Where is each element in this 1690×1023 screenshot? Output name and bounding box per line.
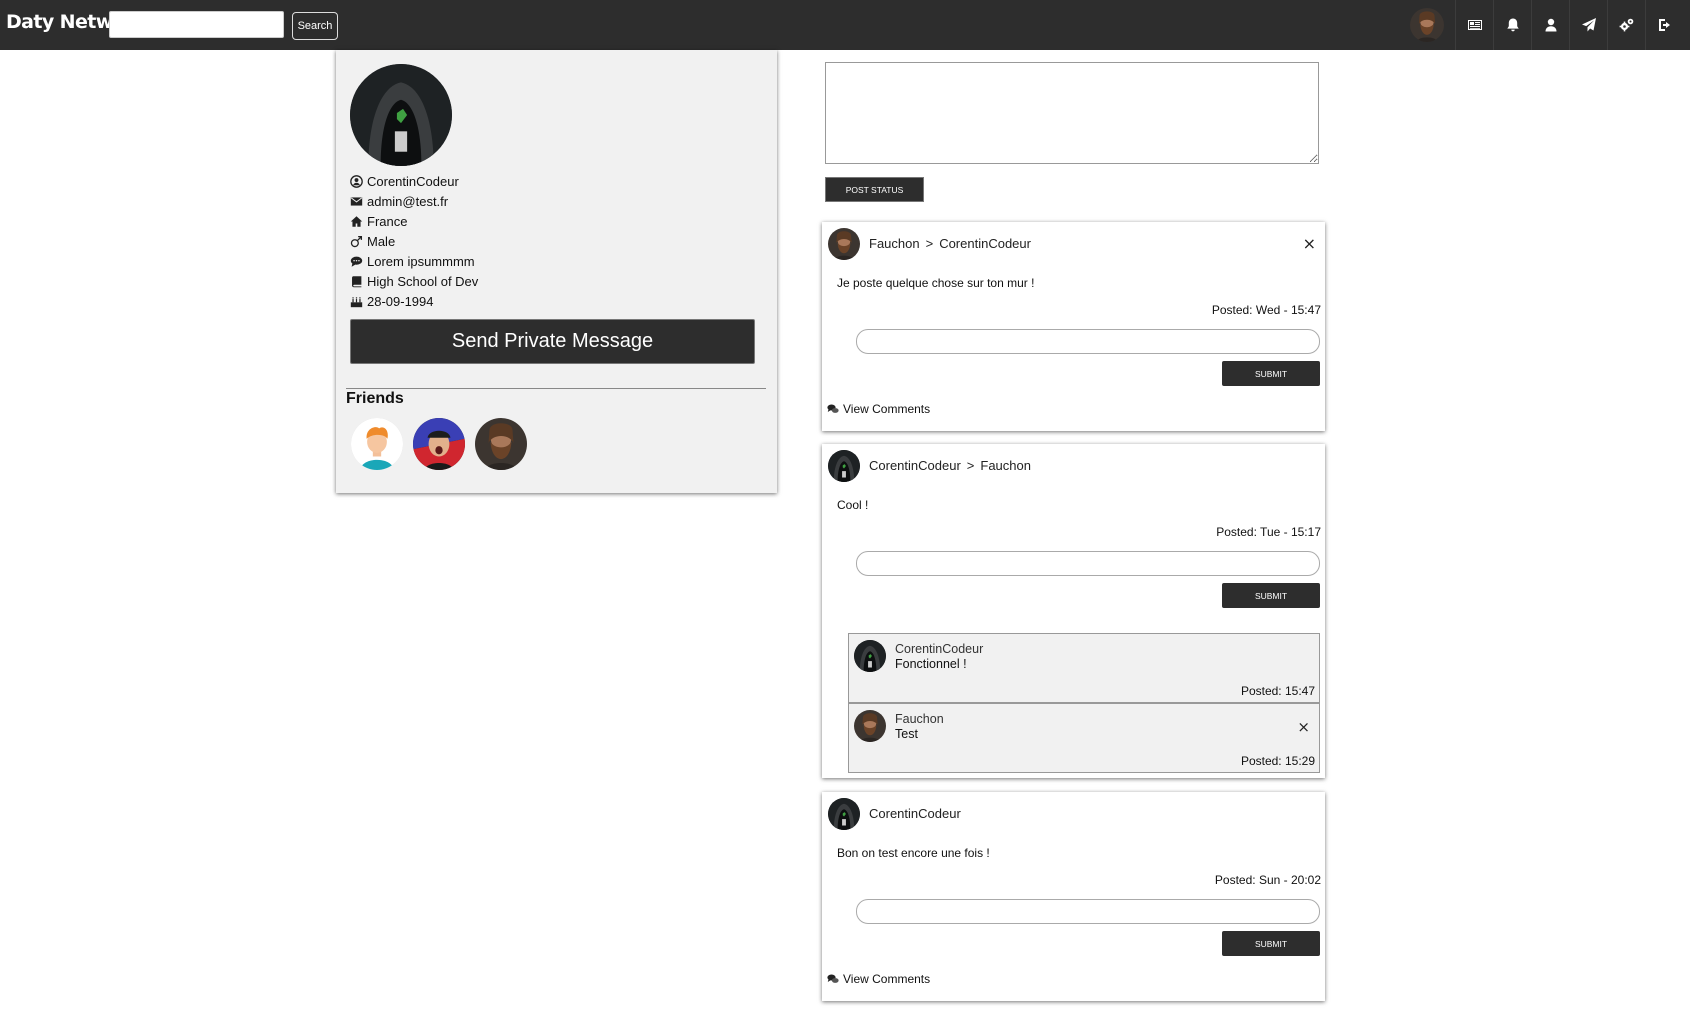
post-text: Je poste quelque chose sur ton mur ! <box>837 276 1035 290</box>
nav-user-avatar[interactable] <box>1410 8 1444 42</box>
post-date: Posted: Tue - 15:17 <box>1216 525 1321 539</box>
book-icon <box>350 275 363 288</box>
post-separator: > <box>925 236 934 251</box>
comment-item: Fauchon Test × Posted: 15:29 <box>848 703 1320 773</box>
view-comments-link[interactable]: View Comments <box>827 402 930 416</box>
profile-card: CorentinCodeur admin@test.fr France Male… <box>336 50 777 493</box>
submit-comment-button[interactable]: SUBMIT <box>1222 931 1320 956</box>
view-comments-link[interactable]: View Comments <box>827 972 930 986</box>
comments-icon <box>827 404 839 413</box>
envelope-icon <box>350 195 363 208</box>
post-text: Cool ! <box>837 498 869 512</box>
submit-comment-button[interactable]: SUBMIT <box>1222 361 1320 386</box>
profile-country: France <box>367 213 408 229</box>
search-input[interactable] <box>109 11 284 38</box>
profile-school: High School of Dev <box>367 273 479 289</box>
top-navbar: Daty Network Search <box>0 0 1690 50</box>
comment-author-avatar[interactable] <box>854 710 886 742</box>
comment-input[interactable] <box>856 551 1320 576</box>
post-card: Fauchon > CorentinCodeur × Je poste quelqu… <box>822 222 1325 431</box>
bell-icon[interactable] <box>1493 0 1532 50</box>
delete-post-button[interactable]: × <box>1303 234 1316 253</box>
post-card: CorentinCodeur Bon on test encore une fo… <box>822 792 1325 1001</box>
post-header: Fauchon > CorentinCodeur <box>869 236 1031 251</box>
post-author-avatar[interactable] <box>828 450 860 482</box>
profile-username: CorentinCodeur <box>367 173 459 189</box>
profile-avatar <box>350 64 452 166</box>
post-header: CorentinCodeur > Fauchon <box>869 458 1031 473</box>
post-date: Posted: Sun - 20:02 <box>1214 873 1321 887</box>
friend-avatar[interactable] <box>413 418 465 470</box>
send-private-message-button[interactable]: Send Private Message <box>350 319 755 364</box>
user-circle-icon <box>350 174 363 188</box>
delete-comment-button[interactable]: × <box>1297 718 1310 736</box>
profile-gender: Male <box>367 233 396 249</box>
speech-bubble-icon <box>350 255 363 268</box>
cogs-icon[interactable] <box>1607 0 1646 50</box>
profile-country-row: France <box>350 212 407 230</box>
post-author[interactable]: CorentinCodeur <box>869 806 961 821</box>
news-icon[interactable] <box>1455 0 1494 50</box>
profile-birthday: 28-09-1994 <box>367 293 434 309</box>
comment-author-avatar[interactable] <box>854 640 886 672</box>
profile-username-row: CorentinCodeur <box>350 172 459 190</box>
comment-text: Test <box>895 727 918 741</box>
post-target[interactable]: Fauchon <box>980 458 1031 473</box>
sign-out-icon[interactable] <box>1645 0 1684 50</box>
friend-avatar[interactable] <box>351 418 403 470</box>
post-target[interactable]: CorentinCodeur <box>939 236 1031 251</box>
comment-text: Fonctionnel ! <box>895 657 967 671</box>
comment-date: Posted: 15:47 <box>1240 684 1315 698</box>
comment-input[interactable] <box>856 899 1320 924</box>
comment-input[interactable] <box>856 329 1320 354</box>
post-header: CorentinCodeur <box>869 806 961 821</box>
post-card: CorentinCodeur > Fauchon Cool ! Posted: Tu… <box>822 444 1325 778</box>
search-button[interactable]: Search <box>292 12 338 40</box>
post-author[interactable]: Fauchon <box>869 236 920 251</box>
view-comments-label: View Comments <box>843 972 931 986</box>
profile-school-row: High School of Dev <box>350 272 478 290</box>
comment-date: Posted: 15:29 <box>1240 754 1315 768</box>
paper-plane-icon[interactable] <box>1569 0 1608 50</box>
post-status-button[interactable]: POST STATUS <box>825 177 924 202</box>
submit-comment-button[interactable]: SUBMIT <box>1222 583 1320 608</box>
comment-author[interactable]: CorentinCodeur <box>895 642 983 656</box>
status-textarea[interactable] <box>825 62 1319 164</box>
profile-email: admin@test.fr <box>367 193 449 209</box>
post-date: Posted: Wed - 15:47 <box>1211 303 1321 317</box>
male-icon <box>350 235 363 248</box>
post-author[interactable]: CorentinCodeur <box>869 458 961 473</box>
comment-item: CorentinCodeur Fonctionnel ! Posted: 15:… <box>848 633 1320 703</box>
birthday-cake-icon <box>350 295 363 308</box>
post-author-avatar[interactable] <box>828 798 860 830</box>
profile-gender-row: Male <box>350 232 395 250</box>
post-text: Bon on test encore une fois ! <box>837 846 990 860</box>
comment-author[interactable]: Fauchon <box>895 712 944 726</box>
user-icon[interactable] <box>1531 0 1570 50</box>
profile-email-row: admin@test.fr <box>350 192 448 210</box>
post-separator: > <box>966 458 975 473</box>
friend-avatar[interactable] <box>475 418 527 470</box>
home-icon <box>350 215 363 228</box>
friends-title: Friends <box>346 390 404 407</box>
profile-birthday-row: 28-09-1994 <box>350 292 434 310</box>
comments-icon <box>827 974 839 983</box>
post-author-avatar[interactable] <box>828 228 860 260</box>
profile-bio: Lorem ipsummmm <box>367 253 475 269</box>
friends-divider <box>346 388 766 389</box>
view-comments-label: View Comments <box>843 402 931 416</box>
profile-bio-row: Lorem ipsummmm <box>350 252 475 270</box>
